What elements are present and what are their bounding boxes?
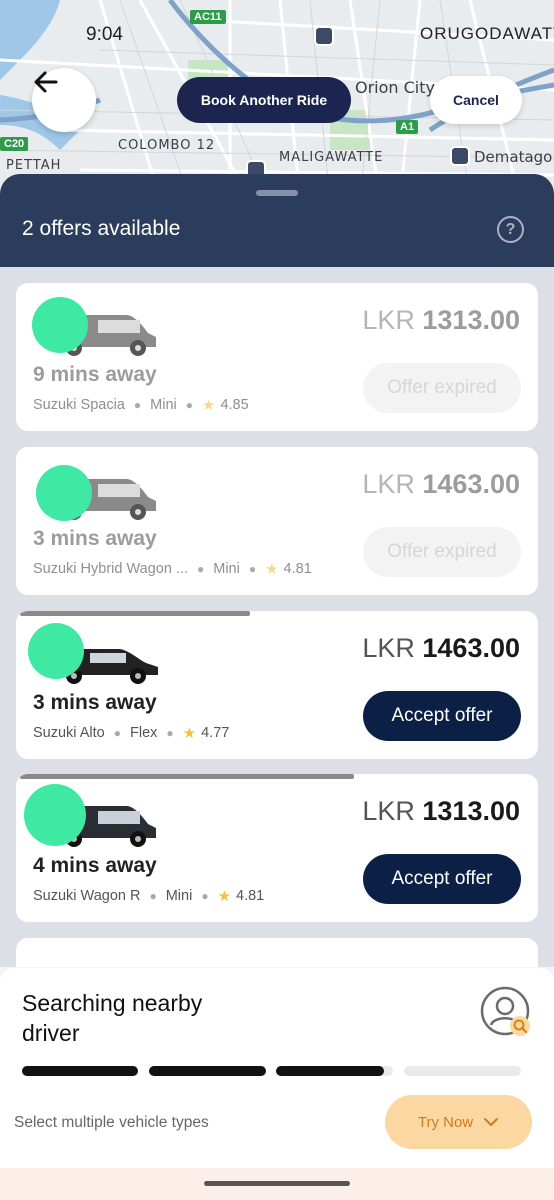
- driver-rating: 4.81: [283, 561, 312, 577]
- road-badge: AC11: [190, 10, 226, 24]
- driver-rating: 4.77: [201, 725, 230, 741]
- search-progress-segment: [149, 1066, 266, 1076]
- driver-search-icon: [480, 986, 530, 1036]
- offer-card[interactable]: LKR 1313.00 4 mins away Suzuki Wagon R ● …: [16, 774, 538, 922]
- offers-count-title: 2 offers available: [22, 217, 181, 240]
- driver-avatar: [32, 297, 88, 353]
- accept-offer-button[interactable]: Accept offer: [363, 854, 521, 904]
- offers-list[interactable]: LKR 1313.00 9 mins away Suzuki Spacia ● M…: [0, 267, 554, 967]
- offer-price: LKR 1463.00: [362, 469, 520, 499]
- map-label: Orion City: [355, 78, 435, 97]
- offer-timer-bar: [20, 774, 355, 779]
- driver-avatar: [36, 465, 92, 521]
- offer-meta: Suzuki Alto ● Flex ● ★ 4.77: [33, 725, 230, 742]
- chevron-down-icon: [484, 1118, 499, 1126]
- drag-handle[interactable]: [256, 190, 298, 196]
- vehicle-category: Flex: [130, 725, 158, 741]
- multi-vehicle-label: Select multiple vehicle types: [14, 1114, 209, 1131]
- offer-meta: Suzuki Wagon R ● Mini ● ★ 4.81: [33, 888, 265, 905]
- accept-offer-button[interactable]: Accept offer: [363, 691, 521, 741]
- map-label: MALIGAWATTE: [279, 150, 384, 165]
- offer-eta: 9 mins away: [33, 363, 157, 386]
- road-badge: A1: [396, 120, 419, 134]
- home-indicator[interactable]: [204, 1181, 350, 1186]
- vehicle-name: Suzuki Alto: [33, 725, 105, 741]
- driver-rating: 4.85: [220, 397, 249, 413]
- arrow-left-icon: [34, 71, 58, 93]
- offer-meta: Suzuki Hybrid Wagon ... ● Mini ● ★ 4.81: [33, 561, 312, 578]
- vehicle-name: Suzuki Hybrid Wagon ...: [33, 561, 188, 577]
- vehicle-category: Mini: [213, 561, 240, 577]
- search-status-panel: Searching nearby driver Select multiple …: [0, 968, 554, 1168]
- map-label: COLOMBO 12: [118, 138, 216, 153]
- driver-rating: 4.81: [236, 888, 265, 904]
- road-badge: C20: [0, 137, 29, 151]
- star-icon: ★: [265, 561, 279, 578]
- try-now-label: Try Now: [417, 1113, 474, 1131]
- vehicle-name: Suzuki Spacia: [33, 397, 125, 413]
- driver-avatar: [24, 784, 86, 846]
- driver-avatar: [28, 623, 84, 679]
- offer-eta: 3 mins away: [33, 527, 157, 550]
- offer-card: LKR 1463.00 3 mins away Suzuki Hybrid Wa…: [16, 447, 538, 595]
- offer-card[interactable]: LKR 1463.00 3 mins away Suzuki Alto ● Fle…: [16, 611, 538, 759]
- offer-price: LKR 1313.00: [362, 305, 520, 335]
- cancel-button[interactable]: Cancel: [430, 76, 522, 124]
- book-another-ride-button[interactable]: Book Another Ride: [177, 77, 351, 123]
- map-label: PETTAH: [6, 158, 62, 173]
- offer-eta: 3 mins away: [33, 691, 157, 714]
- offer-card-partial: [16, 938, 538, 967]
- star-icon: ★: [217, 888, 232, 905]
- offer-price: LKR 1313.00: [362, 796, 520, 826]
- offer-price: LKR 1463.00: [362, 633, 520, 663]
- try-now-button[interactable]: Try Now: [385, 1095, 532, 1149]
- offer-eta: 4 mins away: [33, 854, 157, 877]
- offers-header: 2 offers available ?: [0, 174, 554, 267]
- bus-stop-icon: [450, 146, 470, 166]
- question-circle-icon[interactable]: ?: [497, 216, 524, 243]
- progress-fill: [22, 1066, 138, 1076]
- offer-meta: Suzuki Spacia ● Mini ● ★ 4.85: [33, 397, 249, 414]
- offer-expired-button: Offer expired: [363, 363, 521, 413]
- progress-fill: [149, 1066, 266, 1076]
- status-time: 9:04: [86, 24, 123, 45]
- offer-timer-bar: [20, 611, 250, 616]
- offer-card: LKR 1313.00 9 mins away Suzuki Spacia ● M…: [16, 283, 538, 431]
- offer-expired-button: Offer expired: [363, 527, 521, 577]
- vehicle-name: Suzuki Wagon R: [33, 888, 141, 904]
- star-icon: ★: [201, 397, 216, 414]
- vehicle-category: Mini: [165, 888, 193, 904]
- star-icon: ★: [182, 725, 197, 742]
- status-right: ORUGODAWATT: [420, 24, 554, 43]
- search-progress-segment: [276, 1066, 393, 1076]
- map-view[interactable]: AC11 A1 C20 Orion City COLOMBO 12 PETTAH…: [0, 0, 554, 200]
- map-label: Dematago: [474, 148, 553, 166]
- vehicle-category: Mini: [150, 397, 177, 413]
- searching-title: Searching nearby driver: [22, 990, 203, 1046]
- bus-stop-icon: [314, 26, 334, 46]
- search-progress-segment: [404, 1066, 521, 1076]
- back-button[interactable]: [32, 68, 96, 132]
- progress-fill: [276, 1066, 384, 1076]
- search-progress-segment: [22, 1066, 138, 1076]
- system-nav-bar: [0, 1168, 554, 1200]
